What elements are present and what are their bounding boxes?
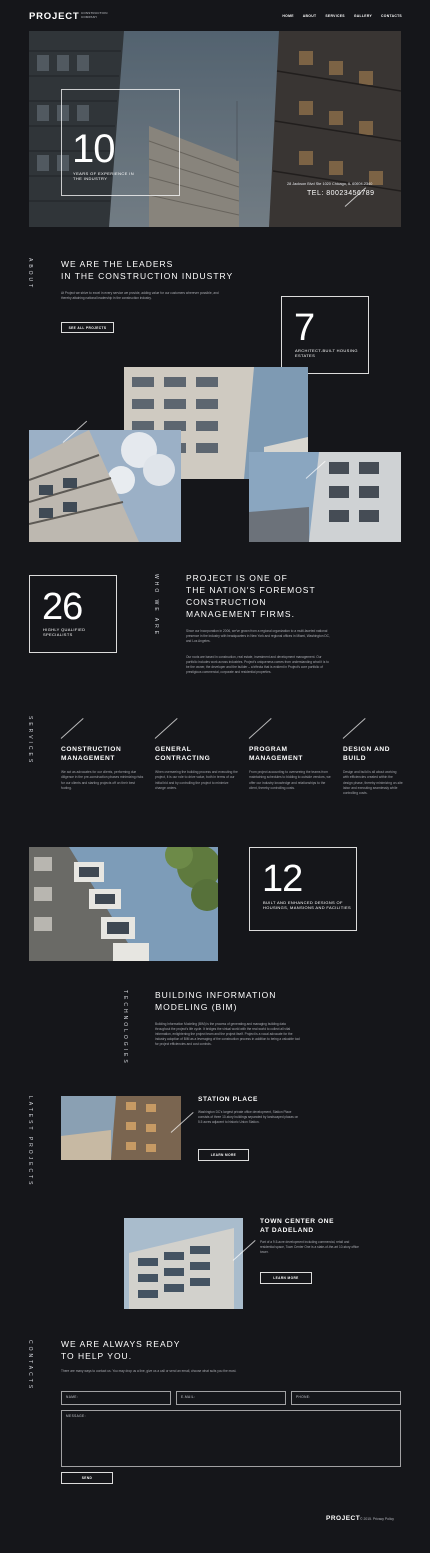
message-textarea-label: MESSAGE: [66,1414,86,1418]
project-town-center-text: Part of a 9.5-acre development including… [260,1240,359,1254]
contacts-heading-line2: TO HELP YOU. [61,1351,133,1361]
footer-logo[interactable]: PROJECT [326,1515,360,1522]
designs-stat-box: 12 BUILT AND ENHANCED DESIGNS OF HOUSING… [249,847,357,931]
hero-address: 28 Jackson Blvd Ste 1020 Chicago, IL 606… [287,182,373,186]
service-2-title-line1: GENERAL [155,746,192,753]
project-town-center-image[interactable] [124,1218,243,1309]
service-program-management: PROGRAM MANAGEMENT From project accountin… [249,745,333,791]
tech-text: Building Information Modeling (BIM) is t… [155,1022,300,1046]
town-center-title-line1: TOWN CENTER ONE [260,1218,335,1225]
project-station-place-image[interactable] [61,1096,181,1160]
name-input[interactable]: NAME: [61,1391,171,1405]
nav-gallery[interactable]: GALLERY [354,14,372,18]
contacts-text: There are many ways to contact us. You m… [61,1369,237,1373]
contacts-heading: WE ARE ALWAYS READY TO HELP YOU. [61,1338,180,1362]
hero-phone[interactable]: TEL: 80023456789 [307,190,375,197]
project-station-place-title[interactable]: STATION PLACE [198,1096,258,1103]
town-center-illustration [124,1218,243,1309]
who-heading-line4: MANAGEMENT FIRMS. [186,609,295,619]
gallery-image-balconies[interactable] [29,430,181,542]
who-stat-caption: HIGHLY QUALIFIED SPECIALISTS [43,627,86,638]
service-2-text: When overseeing the building process and… [155,770,238,790]
nav-home[interactable]: HOME [282,14,293,18]
designs-building-illustration [29,847,218,961]
project-town-center-title[interactable]: TOWN CENTER ONE AT DADELAND [260,1217,334,1235]
designs-image[interactable] [29,847,218,961]
name-input-label: NAME: [66,1395,79,1399]
hero-stat-number: 10 [72,127,115,171]
about-stat-caption: ARCHITECT-BUILT HOUSING ESTATES [295,348,358,359]
who-stat-number: 26 [42,586,83,628]
hero-stat-caption: YEARS OF EXPERIENCE IN THE INDUSTRY [73,171,135,182]
about-heading-line1: WE ARE THE LEADERS [61,259,174,269]
section-label-technologies: TECHNOLOGIES [122,990,128,1066]
service-3-title-line1: PROGRAM [249,746,288,753]
project-station-place-text: Washington DC's largest private office d… [198,1110,299,1124]
gallery-image-facade[interactable] [249,452,401,542]
gallery-facade-illustration [249,452,401,542]
phone-input-label: PHONE: [296,1395,311,1399]
who-stat-box: 26 HIGHLY QUALIFIED SPECIALISTS [29,575,117,653]
about-heading: WE ARE THE LEADERS IN THE CONSTRUCTION I… [61,258,233,282]
who-heading-line2: THE NATION'S FOREMOST [186,585,316,595]
who-paragraph-2: Our roots are based in construction, rea… [186,655,329,674]
service-4-diagonal [342,718,366,739]
who-heading-line3: CONSTRUCTION [186,597,267,607]
service-3-diagonal [248,718,272,739]
service-1-text: We act as advocates for our clients, per… [61,770,144,790]
service-1-title-line1: CONSTRUCTION [61,746,122,753]
nav-about[interactable]: ABOUT [303,14,317,18]
logo-tagline: CONSTRUCTION COMPANY [81,11,108,19]
send-button[interactable]: SEND [61,1472,113,1484]
section-label-services: SERVICES [27,716,33,766]
service-general-contracting: GENERAL CONTRACTING When overseeing the b… [155,745,239,791]
section-label-about: ABOUT [27,258,33,291]
contacts-heading-line1: WE ARE ALWAYS READY [61,1339,181,1349]
town-center-learn-more-button[interactable]: LEARN MORE [260,1272,312,1284]
service-4-title-line2: BUILD [343,755,367,762]
service-3-text: From project accounting to overseeing th… [249,770,331,790]
site-logo[interactable]: PROJECT [29,11,79,22]
town-center-title-line2: AT DADELAND [260,1227,314,1234]
section-label-who-we-are: WHO WE ARE [153,574,159,638]
service-2-diagonal [154,718,178,739]
about-text: At Project we strive to excel in every s… [61,291,219,300]
section-label-latest-projects: LATEST PROJECTS [27,1096,33,1188]
email-input-label: E-MAIL: [181,1395,196,1399]
service-4-title-line1: DESIGN AND [343,746,391,753]
see-all-projects-button[interactable]: SEE ALL PROJECTS [61,322,114,333]
nav-services[interactable]: SERVICES [325,14,345,18]
tech-heading-line2: MODELING (BIM) [155,1002,238,1012]
about-stat-number: 7 [294,307,315,349]
section-label-contacts: CONTACTS [27,1340,33,1392]
main-nav: HOME ABOUT SERVICES GALLERY CONTACTS [282,14,402,18]
gallery-balconies-illustration [29,430,181,542]
service-1-diagonal [60,718,84,739]
service-construction-management: CONSTRUCTION MANAGEMENT We act as advocat… [61,745,145,791]
who-paragraph-1: Since our incorporation in 2006, we've g… [186,629,330,643]
station-place-learn-more-button[interactable]: LEARN MORE [198,1149,249,1161]
service-3-title-line2: MANAGEMENT [249,755,303,762]
service-2-title-line2: CONTRACTING [155,755,211,762]
about-stat-box: 7 ARCHITECT-BUILT HOUSING ESTATES [281,296,369,374]
email-input[interactable]: E-MAIL: [176,1391,286,1405]
tech-heading: BUILDING INFORMATION MODELING (BIM) [155,989,276,1013]
designs-stat-caption: BUILT AND ENHANCED DESIGNS OF HOUSINGS, … [263,900,352,911]
service-4-text: Design and build is all about working wi… [343,770,403,796]
designs-stat-number: 12 [262,858,303,900]
about-heading-line2: IN THE CONSTRUCTION INDUSTRY [61,271,234,281]
tech-heading-line1: BUILDING INFORMATION [155,990,277,1000]
service-1-title-line2: MANAGEMENT [61,755,115,762]
service-design-and-build: DESIGN AND BUILD Design and build is all … [343,745,403,796]
station-place-illustration [61,1096,181,1160]
phone-input[interactable]: PHONE: [291,1391,401,1405]
who-heading-line1: PROJECT IS ONE OF [186,573,288,583]
footer-copyright[interactable]: © 2015. Privacy Policy [360,1517,394,1521]
nav-contacts[interactable]: CONTACTS [381,14,402,18]
who-heading: PROJECT IS ONE OF THE NATION'S FOREMOST … [186,572,336,620]
message-textarea[interactable]: MESSAGE: [61,1410,401,1467]
